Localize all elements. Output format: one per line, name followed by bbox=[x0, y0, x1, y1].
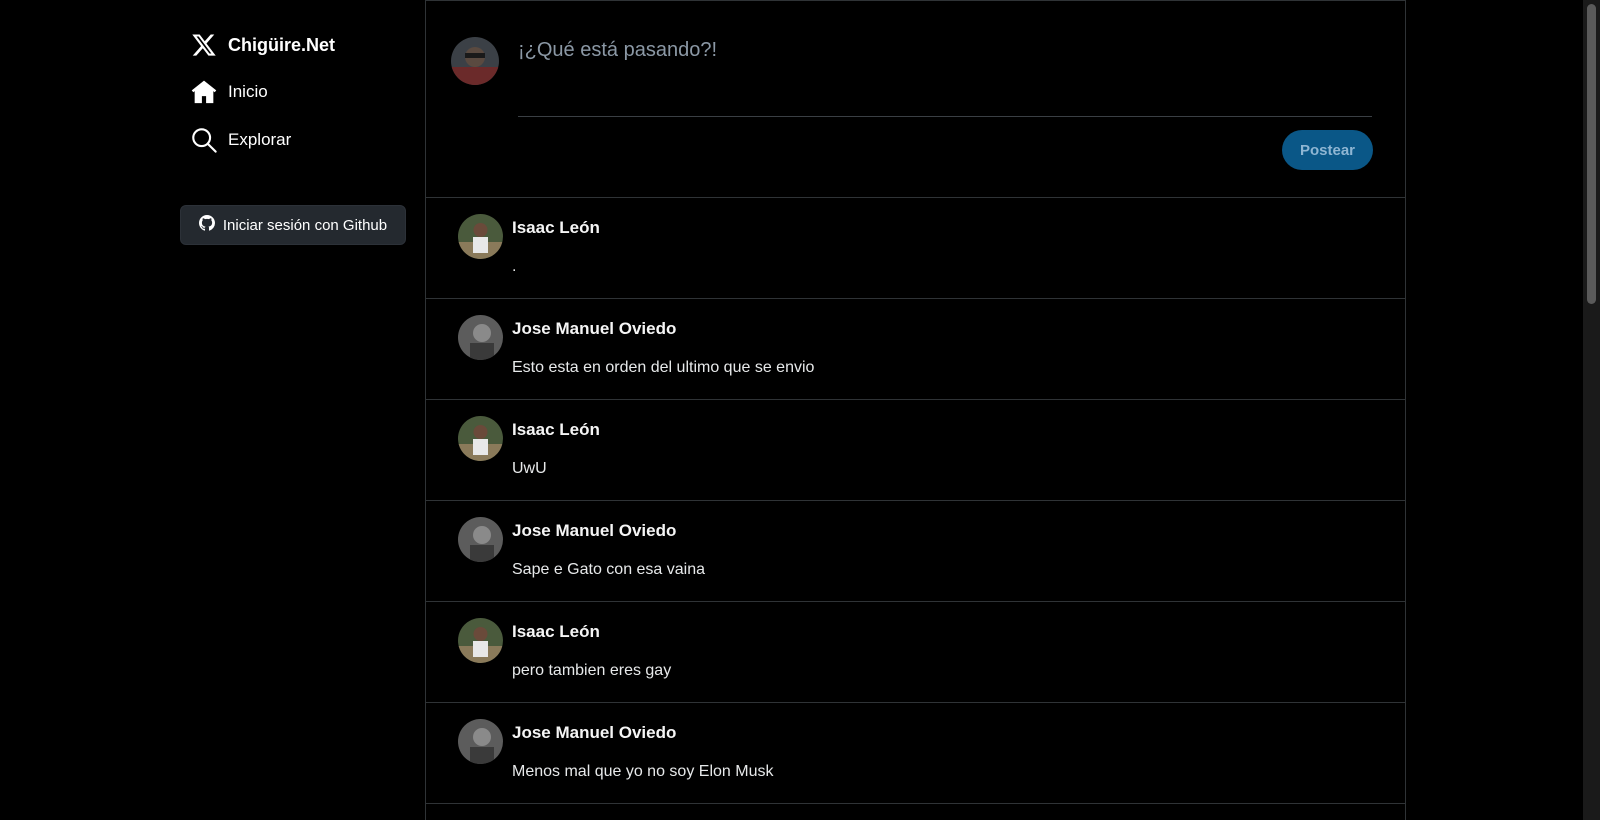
post-content: Menos mal que yo no soy Elon Musk bbox=[512, 763, 774, 780]
author-avatar bbox=[458, 517, 503, 562]
sidebar: Chigüire.Net Inicio Explorar Iniciar ses… bbox=[180, 0, 425, 820]
post-author: Jose Manuel Oviedo bbox=[512, 723, 677, 742]
post-item[interactable]: Isaac León . bbox=[426, 198, 1405, 299]
post-composer: ¡¿Qué está pasando?! Postear bbox=[426, 1, 1405, 198]
post-author: Jose Manuel Oviedo bbox=[512, 521, 677, 540]
sidebar-item-label: Explorar bbox=[228, 130, 292, 149]
post-item[interactable]: Jose Manuel Oviedo Esto esta en orden de… bbox=[426, 299, 1405, 400]
home-icon bbox=[190, 78, 218, 106]
brand-label: Chigüire.Net bbox=[228, 34, 336, 55]
sidebar-item-explorar[interactable]: Explorar bbox=[190, 120, 291, 160]
brand-link[interactable]: Chigüire.Net bbox=[190, 25, 335, 65]
search-icon bbox=[190, 126, 218, 154]
post-content: Esto esta en orden del ultimo que se env… bbox=[512, 359, 815, 376]
github-login-label: Iniciar sesión con Github bbox=[222, 216, 388, 234]
post-author: Isaac León bbox=[512, 420, 600, 439]
post-item[interactable]: Jose Manuel Oviedo Sape e Gato con esa v… bbox=[426, 501, 1405, 602]
post-button[interactable]: Postear bbox=[1282, 130, 1373, 170]
author-avatar bbox=[458, 618, 503, 663]
author-avatar bbox=[458, 214, 503, 259]
post-input[interactable]: ¡¿Qué está pasando?! bbox=[518, 37, 1372, 117]
post-content: . bbox=[512, 258, 517, 275]
post-item[interactable]: Isaac León UwU bbox=[426, 400, 1405, 501]
page-scrollbar[interactable] bbox=[1583, 0, 1600, 820]
scrollbar-thumb[interactable] bbox=[1587, 4, 1596, 304]
post-content: Sape e Gato con esa vaina bbox=[512, 561, 706, 578]
post-item[interactable]: Isaac León pero tambien eres gay bbox=[426, 602, 1405, 703]
post-author: Jose Manuel Oviedo bbox=[512, 319, 677, 338]
x-logo-icon bbox=[190, 31, 218, 59]
author-avatar bbox=[458, 719, 503, 764]
main-feed: ¡¿Qué está pasando?! Postear Isaac León … bbox=[425, 0, 1406, 820]
post-content: UwU bbox=[512, 460, 547, 477]
author-avatar bbox=[458, 416, 503, 461]
post-content: pero tambien eres gay bbox=[512, 662, 672, 679]
post-item[interactable]: Jose Manuel Oviedo Menos mal que yo no s… bbox=[426, 703, 1405, 804]
post-author: Isaac León bbox=[512, 218, 600, 237]
github-icon bbox=[198, 214, 215, 236]
current-user-avatar bbox=[451, 37, 499, 85]
author-avatar bbox=[458, 315, 503, 360]
sidebar-item-label: Inicio bbox=[228, 82, 268, 101]
post-author: Isaac León bbox=[512, 622, 600, 641]
github-login-button[interactable]: Iniciar sesión con Github bbox=[180, 205, 406, 245]
sidebar-item-inicio[interactable]: Inicio bbox=[190, 72, 268, 112]
